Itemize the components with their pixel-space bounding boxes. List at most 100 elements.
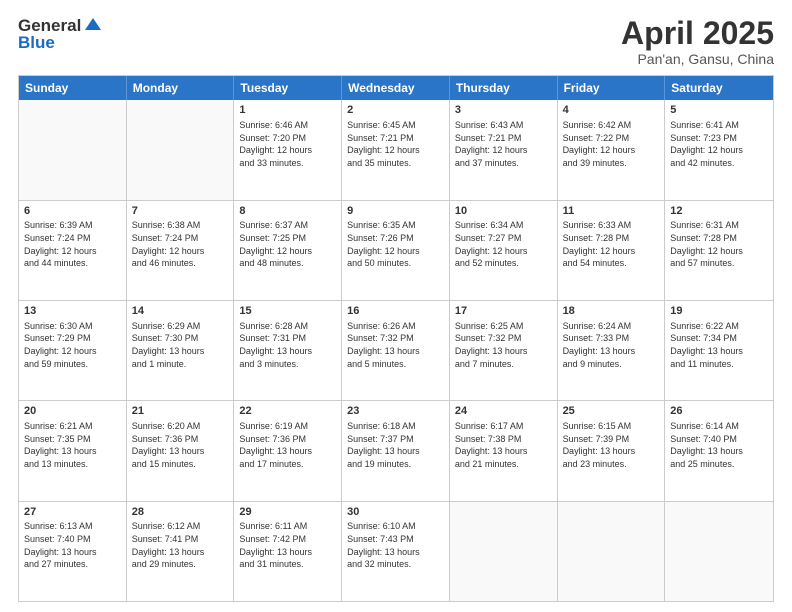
day-number: 20 [24, 404, 121, 419]
day-number: 23 [347, 404, 444, 419]
cell-info: and 50 minutes. [347, 257, 444, 270]
cell-info: Sunset: 7:35 PM [24, 433, 121, 446]
cell-info: and 48 minutes. [239, 257, 336, 270]
cell-info: Sunset: 7:36 PM [239, 433, 336, 446]
cell-info: Daylight: 13 hours [239, 345, 336, 358]
cell-info: Sunrise: 6:35 AM [347, 219, 444, 232]
cell-info: Sunrise: 6:28 AM [239, 320, 336, 333]
cell-info: Sunrise: 6:41 AM [670, 119, 768, 132]
cell-info: and 44 minutes. [24, 257, 121, 270]
cell-info: Sunrise: 6:13 AM [24, 520, 121, 533]
calendar-cell [127, 100, 235, 199]
cell-info: and 39 minutes. [563, 157, 660, 170]
cell-info: Sunrise: 6:43 AM [455, 119, 552, 132]
day-number: 25 [563, 404, 660, 419]
logo: General Blue [18, 16, 103, 53]
cell-info: Sunrise: 6:24 AM [563, 320, 660, 333]
cell-info: and 9 minutes. [563, 358, 660, 371]
calendar-cell: 17Sunrise: 6:25 AMSunset: 7:32 PMDayligh… [450, 301, 558, 400]
calendar-cell: 22Sunrise: 6:19 AMSunset: 7:36 PMDayligh… [234, 401, 342, 500]
calendar-cell: 7Sunrise: 6:38 AMSunset: 7:24 PMDaylight… [127, 201, 235, 300]
calendar-cell: 10Sunrise: 6:34 AMSunset: 7:27 PMDayligh… [450, 201, 558, 300]
calendar-cell: 12Sunrise: 6:31 AMSunset: 7:28 PMDayligh… [665, 201, 773, 300]
cell-info: Sunset: 7:30 PM [132, 332, 229, 345]
cell-info: Sunrise: 6:38 AM [132, 219, 229, 232]
cell-info: Sunset: 7:33 PM [563, 332, 660, 345]
cell-info: Daylight: 12 hours [239, 245, 336, 258]
calendar-header-cell: Thursday [450, 76, 558, 100]
cell-info: and 11 minutes. [670, 358, 768, 371]
cell-info: and 25 minutes. [670, 458, 768, 471]
day-number: 5 [670, 103, 768, 118]
cell-info: Sunset: 7:31 PM [239, 332, 336, 345]
cell-info: Sunset: 7:24 PM [132, 232, 229, 245]
cell-info: Daylight: 12 hours [563, 245, 660, 258]
cell-info: Sunset: 7:43 PM [347, 533, 444, 546]
cell-info: and 33 minutes. [239, 157, 336, 170]
day-number: 26 [670, 404, 768, 419]
cell-info: Daylight: 13 hours [455, 345, 552, 358]
cell-info: Sunset: 7:36 PM [132, 433, 229, 446]
cell-info: Daylight: 12 hours [455, 144, 552, 157]
cell-info: Daylight: 13 hours [670, 345, 768, 358]
cell-info: Sunrise: 6:11 AM [239, 520, 336, 533]
cell-info: and 57 minutes. [670, 257, 768, 270]
cell-info: and 59 minutes. [24, 358, 121, 371]
cell-info: and 46 minutes. [132, 257, 229, 270]
cell-info: and 52 minutes. [455, 257, 552, 270]
calendar-row: 1Sunrise: 6:46 AMSunset: 7:20 PMDaylight… [19, 100, 773, 200]
day-number: 27 [24, 505, 121, 520]
calendar-header-cell: Monday [127, 76, 235, 100]
cell-info: and 37 minutes. [455, 157, 552, 170]
day-number: 14 [132, 304, 229, 319]
day-number: 3 [455, 103, 552, 118]
calendar-cell: 2Sunrise: 6:45 AMSunset: 7:21 PMDaylight… [342, 100, 450, 199]
day-number: 28 [132, 505, 229, 520]
cell-info: and 1 minute. [132, 358, 229, 371]
cell-info: Sunrise: 6:12 AM [132, 520, 229, 533]
calendar-cell: 9Sunrise: 6:35 AMSunset: 7:26 PMDaylight… [342, 201, 450, 300]
cell-info: and 3 minutes. [239, 358, 336, 371]
calendar-header-cell: Friday [558, 76, 666, 100]
cell-info: Sunrise: 6:46 AM [239, 119, 336, 132]
cell-info: and 31 minutes. [239, 558, 336, 571]
cell-info: Daylight: 12 hours [132, 245, 229, 258]
cell-info: and 29 minutes. [132, 558, 229, 571]
calendar-cell: 3Sunrise: 6:43 AMSunset: 7:21 PMDaylight… [450, 100, 558, 199]
day-number: 18 [563, 304, 660, 319]
cell-info: Daylight: 12 hours [347, 144, 444, 157]
cell-info: Daylight: 13 hours [24, 445, 121, 458]
day-number: 24 [455, 404, 552, 419]
cell-info: Daylight: 13 hours [239, 445, 336, 458]
calendar-cell [558, 502, 666, 601]
cell-info: Sunset: 7:29 PM [24, 332, 121, 345]
cell-info: Sunrise: 6:45 AM [347, 119, 444, 132]
cell-info: Daylight: 12 hours [239, 144, 336, 157]
cell-info: Sunrise: 6:14 AM [670, 420, 768, 433]
calendar-cell [665, 502, 773, 601]
cell-info: Sunset: 7:34 PM [670, 332, 768, 345]
cell-info: Sunset: 7:27 PM [455, 232, 552, 245]
main-title: April 2025 [621, 16, 774, 51]
calendar-cell: 27Sunrise: 6:13 AMSunset: 7:40 PMDayligh… [19, 502, 127, 601]
calendar-cell: 11Sunrise: 6:33 AMSunset: 7:28 PMDayligh… [558, 201, 666, 300]
calendar-header: SundayMondayTuesdayWednesdayThursdayFrid… [19, 76, 773, 100]
cell-info: and 13 minutes. [24, 458, 121, 471]
cell-info: Daylight: 12 hours [455, 245, 552, 258]
cell-info: Daylight: 12 hours [24, 345, 121, 358]
cell-info: Sunrise: 6:31 AM [670, 219, 768, 232]
day-number: 21 [132, 404, 229, 419]
day-number: 6 [24, 204, 121, 219]
cell-info: Sunset: 7:28 PM [563, 232, 660, 245]
cell-info: Daylight: 13 hours [24, 546, 121, 559]
cell-info: Sunrise: 6:20 AM [132, 420, 229, 433]
cell-info: Sunrise: 6:25 AM [455, 320, 552, 333]
calendar-header-cell: Sunday [19, 76, 127, 100]
cell-info: Sunrise: 6:21 AM [24, 420, 121, 433]
day-number: 7 [132, 204, 229, 219]
cell-info: and 21 minutes. [455, 458, 552, 471]
day-number: 2 [347, 103, 444, 118]
day-number: 12 [670, 204, 768, 219]
calendar-cell: 16Sunrise: 6:26 AMSunset: 7:32 PMDayligh… [342, 301, 450, 400]
cell-info: Sunset: 7:26 PM [347, 232, 444, 245]
